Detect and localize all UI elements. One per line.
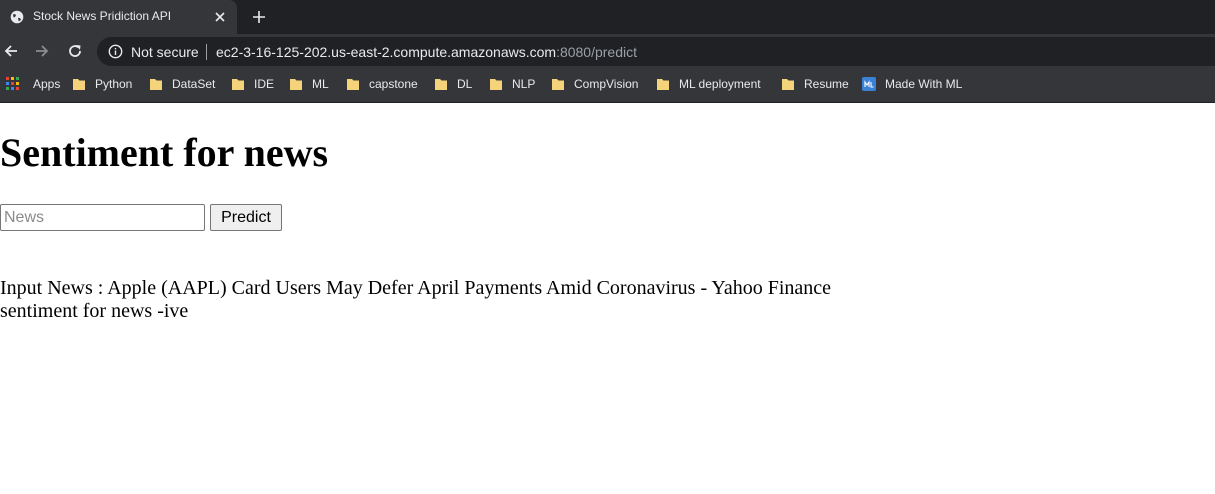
address-bar[interactable]: Not secure ec2-3-16-125-202.us-east-2.co… [97,37,1215,66]
bookmark-label: capstone [369,77,418,91]
url-path: :8080/predict [556,44,638,60]
bookmark-ml[interactable]: ML [289,68,329,100]
apps-grid-icon [6,77,19,90]
bookmark-label: Resume [804,77,849,91]
folder-icon [290,79,302,90]
forward-arrow-icon[interactable] [34,43,50,59]
page-title: Sentiment for news [0,130,329,175]
bookmark-made-with-ml[interactable]: Made With ML [862,68,962,100]
bookmark-nlp[interactable]: NLP [489,68,535,100]
bookmark-resume[interactable]: Resume [781,68,849,100]
folder-icon [552,79,564,90]
address-divider [206,44,207,60]
security-status[interactable]: Not secure [131,44,199,60]
bookmark-apps[interactable]: Apps [6,68,60,100]
bookmark-ml-deployment[interactable]: ML deployment [656,68,761,100]
folder-icon [73,79,85,90]
browser-tab[interactable]: Stock News Pridiction API [0,0,237,34]
folder-icon [150,79,162,90]
folder-icon [490,79,502,90]
bookmark-dataset[interactable]: DataSet [149,68,215,100]
bookmark-label: ML [312,77,329,91]
close-icon[interactable] [213,10,227,24]
bookmark-label: IDE [254,77,275,91]
tab-strip: Stock News Pridiction API [0,0,1215,34]
bookmark-label: DL [457,77,473,91]
bookmark-label: NLP [512,77,536,91]
info-icon[interactable] [108,44,123,59]
plus-icon[interactable] [251,9,267,25]
url-host: ec2-3-16-125-202.us-east-2.compute.amazo… [216,44,557,60]
folder-icon [435,79,447,90]
bookmark-label: Made With ML [885,77,963,91]
reload-icon[interactable] [67,43,83,59]
bookmark-compvision[interactable]: CompVision [551,68,638,100]
folder-icon [232,79,244,90]
predict-button[interactable]: Predict [210,204,282,231]
url-text[interactable]: ec2-3-16-125-202.us-east-2.compute.amazo… [216,44,637,60]
news-input[interactable] [0,204,205,231]
input-news-text: Input News : Apple (AAPL) Card Users May… [0,277,832,299]
folder-icon [347,79,359,90]
back-arrow-icon[interactable] [3,43,19,59]
bookmark-ide[interactable]: IDE [231,68,274,100]
sentiment-result-text: sentiment for news -ive [0,300,189,322]
browser-toolbar: Not secure ec2-3-16-125-202.us-east-2.co… [0,34,1215,68]
made-with-ml-icon [862,77,876,91]
bookmark-python[interactable]: Python [72,68,132,100]
bookmark-capstone[interactable]: capstone [346,68,418,100]
folder-icon [782,79,794,90]
bookmark-label: ML deployment [679,77,761,91]
folder-icon [657,79,669,90]
bookmark-label: Apps [33,77,61,91]
tab-title: Stock News Pridiction API [33,9,172,23]
bookmarks-bar: Apps Python DataSet IDE ML capstone DL N… [0,68,1215,103]
bookmark-dl[interactable]: DL [434,68,472,100]
bookmark-label: Python [95,77,133,91]
bookmark-label: CompVision [574,77,639,91]
bookmark-label: DataSet [172,77,216,91]
globe-icon [10,10,24,24]
